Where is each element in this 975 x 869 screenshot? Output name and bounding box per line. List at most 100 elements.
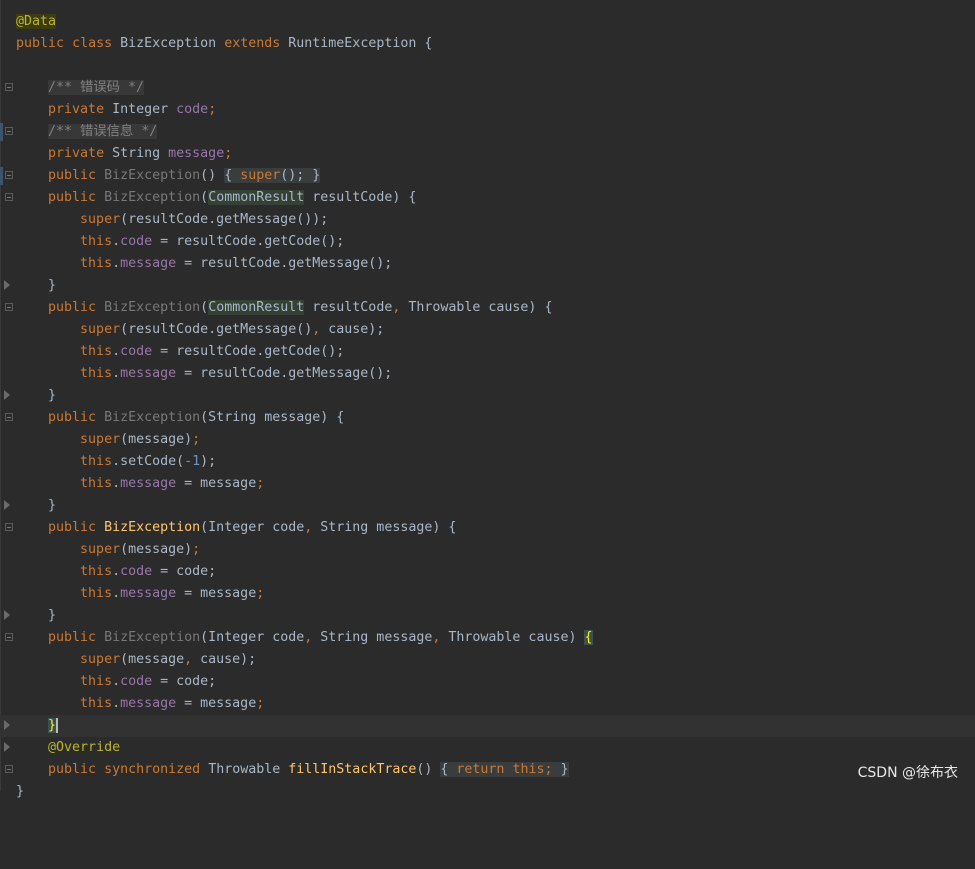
field: code [120,344,153,359]
change-marker [0,167,3,185]
gutter [0,759,16,781]
expression: = code; [152,564,217,579]
fold-toggle-icon[interactable] [5,193,13,201]
code-line: @Override [0,737,975,759]
params: (Integer code [200,630,305,645]
keyword: this [80,674,113,689]
annotation: @Override [48,740,121,755]
keyword: public [48,630,97,645]
fold-toggle-icon[interactable] [5,303,13,311]
code-line: /** 错误码 */ [0,77,975,99]
code-line [0,55,975,77]
code-line: } [0,495,975,517]
type: Throwable [208,762,281,777]
keyword: this [80,366,113,381]
fold-toggle-icon[interactable] [5,765,13,773]
keyword: this [512,762,545,777]
fold-toggle-icon[interactable] [5,83,13,91]
brace: { [440,762,457,777]
gutter [0,407,16,429]
brace: } [48,388,57,403]
code-line: public synchronized Throwable fillInStac… [0,759,975,781]
expression: = message [176,476,257,491]
gutter [0,187,16,209]
matched-brace-caret: } [48,718,59,733]
keyword: super [240,168,281,183]
fold-toggle-icon[interactable] [5,633,13,641]
field: message [120,256,177,271]
keyword: this [80,586,113,601]
method-name: BizException [104,190,201,205]
fold-toggle-icon[interactable] [5,127,13,135]
fold-toggle-icon[interactable] [5,523,13,531]
method-name: BizException [104,630,201,645]
brace: } [552,762,569,777]
field: code [176,102,209,117]
brace: { [224,168,241,183]
gutter [0,385,16,407]
keyword: private [48,146,105,161]
fold-toggle-icon[interactable] [5,171,13,179]
field: code [120,674,153,689]
code-editor[interactable]: @Data public class BizException extends … [0,11,975,799]
fold-end-icon[interactable] [4,390,10,400]
fold-end-icon[interactable] [4,280,10,290]
keyword: public [48,410,97,425]
args: (message [120,652,185,667]
expression: = resultCode.getMessage(); [176,256,393,271]
field: message [168,146,225,161]
semicolon: ; [208,102,217,117]
gutter [0,671,16,693]
gutter [0,781,16,803]
expression: = resultCode.getCode(); [152,234,345,249]
semicolon: ; [256,476,265,491]
params: String message [312,630,433,645]
gutter [0,561,16,583]
paren: ( [200,190,209,205]
expression: = code; [152,674,217,689]
gutter [0,539,16,561]
keyword: public [16,36,65,51]
code-line: this.message = resultCode.getMessage(); [0,253,975,275]
code-line: } [0,781,975,803]
keyword: super [80,432,121,447]
fold-toggle-icon[interactable] [5,413,13,421]
code-line: private String message; [0,143,975,165]
paren: ( [200,300,209,315]
gutter [0,583,16,605]
params: (String message) { [200,410,345,425]
call: .setCode( [112,454,185,469]
code-line: this.code = code; [0,561,975,583]
method-name: BizException [104,410,201,425]
expression: = resultCode.getCode(); [152,344,345,359]
keyword: private [48,102,105,117]
fold-end-icon[interactable] [4,742,10,752]
gutter [0,693,16,715]
fold-end-icon[interactable] [4,720,10,730]
gutter [0,649,16,671]
fold-end-icon[interactable] [4,500,10,510]
fold-end-icon[interactable] [4,610,10,620]
keyword: synchronized [104,762,201,777]
keyword: super [80,542,121,557]
args: (message) [120,432,193,447]
semicolon: ; [256,586,265,601]
gutter [0,55,16,77]
field: message [120,476,177,491]
gutter [0,77,16,99]
gutter [0,627,16,649]
matched-brace: { [584,630,593,645]
folded-body[interactable]: { super(); } [224,168,321,183]
keyword: super [80,212,121,227]
type-reference: CommonResult [208,300,305,315]
semicolon: ; [256,696,265,711]
keyword: this [80,256,113,271]
folded-body[interactable]: { return this; } [440,762,569,777]
keyword: this [80,696,113,711]
keyword: this [80,476,113,491]
brace: } [48,608,57,623]
gutter [0,99,16,121]
params: resultCode) { [304,190,417,205]
code-line: public BizException(Integer code, String… [0,517,975,539]
expression: = message [176,586,257,601]
